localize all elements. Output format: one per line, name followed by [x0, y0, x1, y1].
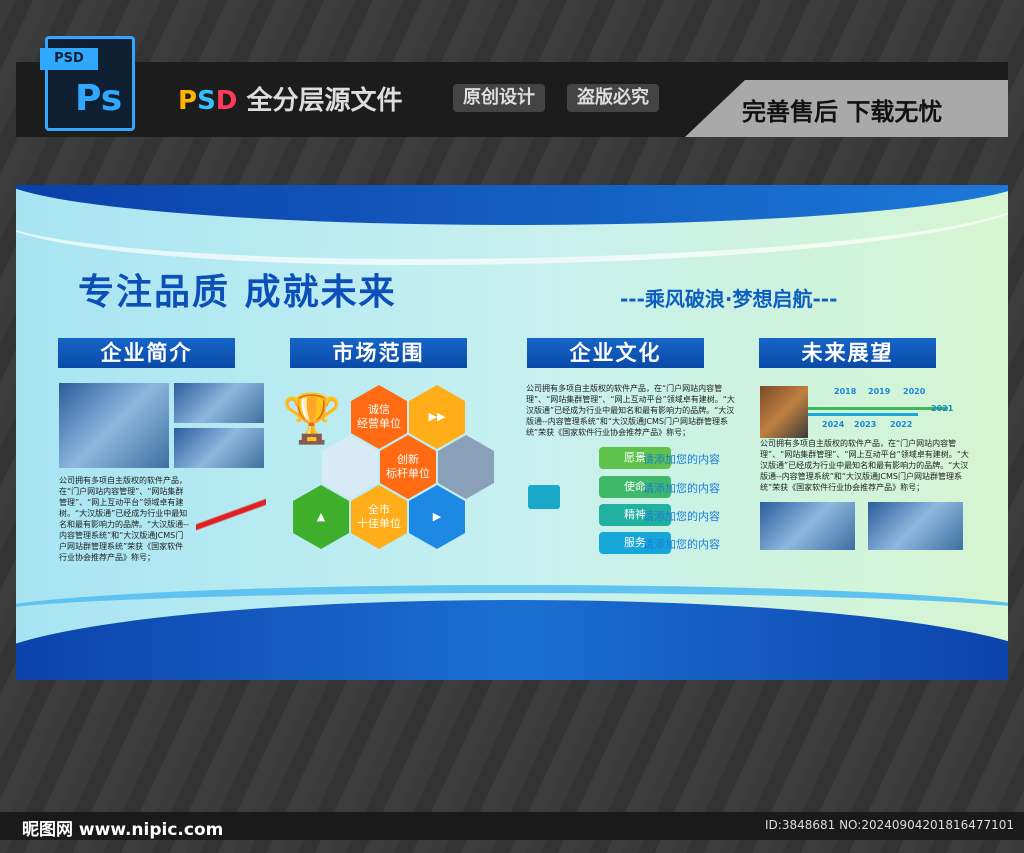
growth-arrow-icon [196, 485, 266, 545]
intro-text: 公司拥有多项自主版权的软件产品，在“门户网站内容管理”、“网站集群管理”、“网上… [59, 476, 189, 562]
city-photo [59, 383, 169, 468]
tag-piracy: 盗版必究 [567, 84, 659, 112]
team-photo-hex [438, 435, 494, 499]
year: 2024 [822, 420, 845, 429]
outlook-text: 公司拥有多项自主版权的软件产品，在“门户网站内容管理”、“网站集群管理”、“网上… [760, 439, 969, 492]
year: 2022 [890, 420, 913, 429]
hex-innovation: 创新 标杆单位 [380, 435, 436, 499]
timeline-line [808, 407, 948, 410]
building-photo [174, 383, 264, 423]
year: 2023 [854, 420, 877, 429]
arrow-hex: ▶▶ [409, 385, 465, 449]
board-title: 专注品质 成就未来 [78, 272, 397, 313]
building-photo [760, 502, 855, 550]
display-board: 专注品质 成就未来 ---乘风破浪·梦想启航--- 企业简介 市场范围 企业文化… [16, 185, 1008, 680]
arrow-hex: ▲ [293, 485, 349, 549]
culture-content: 请添加您的内容 [643, 510, 720, 523]
year: 2018 [834, 387, 857, 396]
building-photo [174, 428, 264, 468]
timeline-line [808, 413, 918, 416]
hex-integrity: 诚信 经营单位 [351, 385, 407, 449]
psd-label: PSD [40, 48, 98, 70]
culture-text: 公司拥有多项自主版权的软件产品，在“门户网站内容管理”、“网站集群管理”、“网上… [526, 384, 735, 437]
image-id: ID:3848681 NO:20240904201816477101 [765, 818, 1015, 832]
board-slogan: ---乘风破浪·梦想启航--- [620, 287, 838, 311]
year: 2019 [868, 387, 891, 396]
site-logo: 昵图网 www.nipic.com [22, 820, 224, 840]
arrow-hex: ▶ [409, 485, 465, 549]
title-letter: D [215, 86, 238, 116]
heading-outlook: 未来展望 [759, 338, 936, 368]
year: 2021 [931, 404, 954, 413]
tag-original: 原创设计 [453, 84, 545, 112]
banner-title: PSD 全分层源文件 [178, 80, 402, 117]
culture-content: 请添加您的内容 [643, 482, 720, 495]
building-photo [868, 502, 963, 550]
trophy-icon: 🏆 [282, 391, 342, 447]
title-rest: 全分层源文件 [237, 86, 403, 116]
hex-top-ten: 全市 十佳单位 [351, 485, 407, 549]
heading-company-intro: 企业简介 [58, 338, 235, 368]
title-letter: P [178, 86, 198, 116]
heading-market: 市场范围 [290, 338, 467, 368]
after-sale-text: 完善售后 下载无忧 [742, 98, 943, 126]
ps-glyph: Ps [75, 78, 123, 119]
title-letter: S [197, 86, 216, 116]
history-photo-grid [760, 386, 808, 438]
culture-content: 请添加您的内容 [643, 538, 720, 551]
heading-culture: 企业文化 [527, 338, 704, 368]
year: 2020 [903, 387, 926, 396]
camera-icon [528, 485, 560, 509]
culture-content: 请添加您的内容 [643, 453, 720, 466]
